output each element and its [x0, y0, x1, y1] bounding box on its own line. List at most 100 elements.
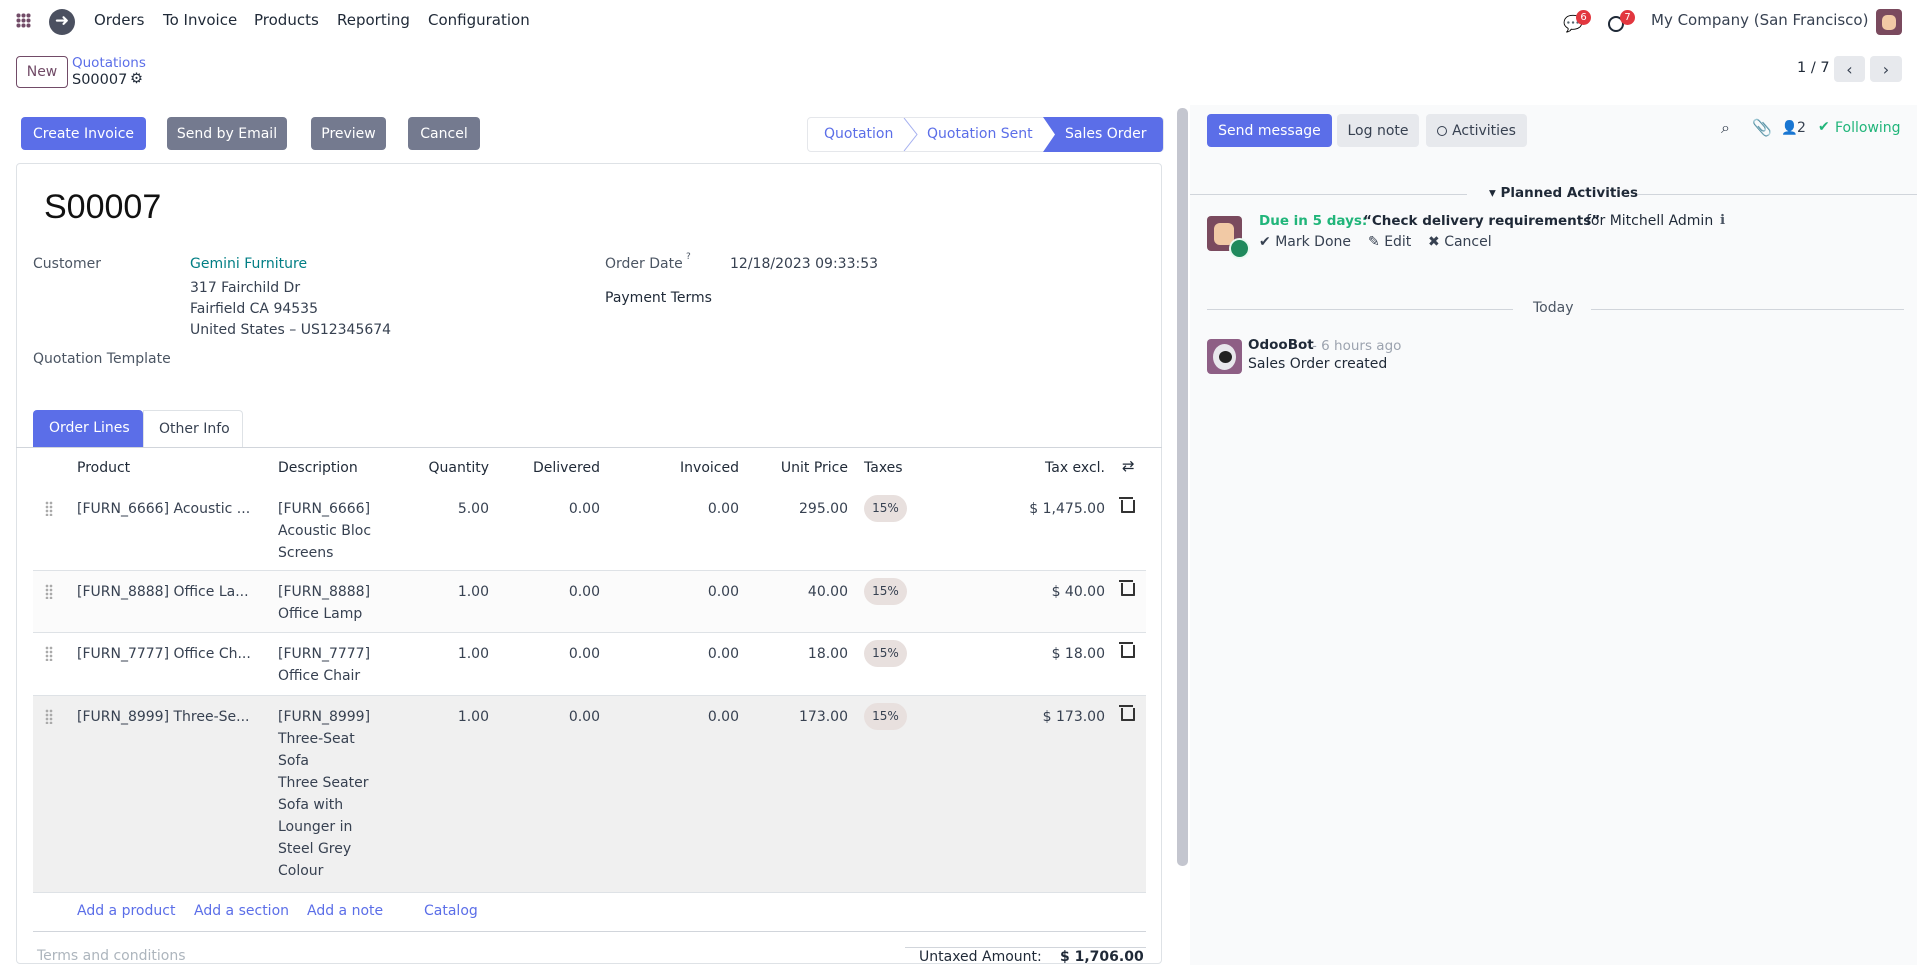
following-button[interactable]: Following: [1835, 120, 1901, 136]
menu-products[interactable]: Products: [254, 11, 319, 29]
info-icon[interactable]: ℹ: [1720, 212, 1725, 228]
table-row[interactable]: [FURN_8999] Three-Se... [FURN_8999] Three-…: [33, 696, 1146, 893]
tab-order-lines[interactable]: Order Lines: [33, 410, 143, 448]
activities-label: Activities: [1452, 122, 1516, 139]
send-by-email-button[interactable]: Send by Email: [167, 117, 287, 150]
sales-app-icon[interactable]: ➜: [49, 9, 75, 35]
unit-price-cell[interactable]: 173.00: [750, 706, 848, 728]
product-cell[interactable]: [FURN_6666] Acoustic ...: [77, 498, 260, 520]
activities-button[interactable]: Activities: [1426, 114, 1527, 147]
unit-price-cell[interactable]: 40.00: [750, 581, 848, 603]
pager-value[interactable]: 1 / 7: [1797, 60, 1830, 76]
menu-orders[interactable]: Orders: [94, 11, 144, 29]
delivered-cell[interactable]: 0.00: [514, 498, 600, 520]
drag-handle-icon[interactable]: [45, 646, 53, 661]
chevron-left-icon: ‹: [1846, 59, 1853, 79]
add-section-link[interactable]: Add a section: [194, 903, 289, 919]
quantity-cell[interactable]: 1.00: [403, 643, 489, 665]
breadcrumb-quotations[interactable]: Quotations: [72, 55, 146, 71]
quantity-cell[interactable]: 5.00: [403, 498, 489, 520]
column-tax-excl[interactable]: Tax excl.: [1007, 460, 1105, 476]
column-product[interactable]: Product: [77, 460, 130, 476]
search-icon[interactable]: ⌕: [1721, 118, 1730, 138]
table-row[interactable]: [FURN_6666] Acoustic ... [FURN_6666] Acous…: [33, 488, 1146, 571]
drag-handle-icon[interactable]: [45, 709, 53, 724]
tax-badge[interactable]: 15%: [864, 640, 907, 667]
delivered-cell[interactable]: 0.00: [514, 581, 600, 603]
tab-other-info[interactable]: Other Info: [143, 410, 243, 448]
followers-count[interactable]: 2: [1797, 120, 1806, 136]
mark-done-button[interactable]: ✔ Mark Done: [1259, 234, 1351, 250]
followers-icon[interactable]: 👤: [1781, 120, 1798, 136]
send-message-button[interactable]: Send message: [1207, 114, 1332, 147]
column-taxes[interactable]: Taxes: [864, 460, 903, 476]
preview-button[interactable]: Preview: [311, 117, 386, 150]
description-cell[interactable]: [FURN_8999] Three-Seat Sofa Three Seater Sof…: [278, 706, 388, 882]
quantity-cell[interactable]: 1.00: [403, 706, 489, 728]
menu-configuration[interactable]: Configuration: [428, 11, 530, 29]
delivered-cell[interactable]: 0.00: [514, 643, 600, 665]
quantity-cell[interactable]: 1.00: [403, 581, 489, 603]
unit-price-cell[interactable]: 295.00: [750, 498, 848, 520]
add-note-link[interactable]: Add a note: [307, 903, 383, 919]
table-row[interactable]: [FURN_7777] Office Ch... [FURN_7777] Offic…: [33, 633, 1146, 696]
order-date-value[interactable]: 12/18/2023 09:33:53: [730, 256, 878, 272]
pager-next-button[interactable]: ›: [1870, 56, 1902, 82]
activities-button[interactable]: 7: [1608, 10, 1635, 34]
add-product-link[interactable]: Add a product: [77, 903, 175, 919]
column-unit-price[interactable]: Unit Price: [750, 460, 848, 476]
log-note-button[interactable]: Log note: [1337, 114, 1419, 147]
drag-handle-icon[interactable]: [45, 584, 53, 599]
delivered-cell[interactable]: 0.00: [514, 706, 600, 728]
user-avatar[interactable]: [1876, 9, 1902, 35]
column-delivered[interactable]: Delivered: [514, 460, 600, 476]
date-separator-today: Today: [1533, 300, 1574, 316]
description-cell[interactable]: [FURN_8888] Office Lamp: [278, 581, 388, 625]
messages-button[interactable]: 💬 6: [1563, 10, 1591, 34]
pager-previous-button[interactable]: ‹: [1834, 56, 1865, 82]
cancel-activity-button[interactable]: ✖ Cancel: [1428, 234, 1492, 250]
terms-and-conditions-input[interactable]: Terms and conditions: [37, 949, 186, 963]
status-quotation[interactable]: Quotation: [824, 126, 893, 142]
column-quantity[interactable]: Quantity: [403, 460, 490, 476]
trash-icon[interactable]: [1119, 705, 1135, 721]
trash-icon[interactable]: [1119, 497, 1135, 513]
column-description[interactable]: Description: [278, 460, 358, 476]
status-sales-order[interactable]: Sales Order: [1043, 117, 1163, 152]
menu-to-invoice[interactable]: To Invoice: [163, 11, 237, 29]
gear-icon[interactable]: ⚙: [130, 71, 143, 87]
new-button[interactable]: New: [16, 56, 68, 88]
paperclip-icon[interactable]: 📎: [1752, 118, 1772, 137]
customer-link[interactable]: Gemini Furniture: [190, 256, 307, 272]
trash-icon[interactable]: [1119, 580, 1135, 596]
description-line: Colour: [278, 863, 324, 879]
tabs-divider: [16, 447, 1162, 448]
trash-icon[interactable]: [1119, 642, 1135, 658]
tax-badge[interactable]: 15%: [864, 495, 907, 522]
tax-badge[interactable]: 15%: [864, 703, 907, 730]
cancel-button[interactable]: Cancel: [408, 117, 480, 150]
form-scrollbar[interactable]: [1177, 108, 1188, 866]
drag-handle-icon[interactable]: [45, 501, 53, 516]
table-row[interactable]: [FURN_8888] Office La... [FURN_8888] Offic…: [33, 571, 1146, 633]
tax-badge[interactable]: 15%: [864, 578, 907, 605]
planned-activities-toggle[interactable]: ▾ Planned Activities: [1489, 185, 1638, 201]
product-cell[interactable]: [FURN_8999] Three-Se...: [77, 706, 260, 728]
apps-menu-icon[interactable]: [16, 13, 31, 28]
catalog-link[interactable]: Catalog: [424, 903, 478, 919]
description-cell[interactable]: [FURN_7777] Office Chair: [278, 643, 388, 687]
description-cell[interactable]: [FURN_6666] Acoustic Bloc Screens: [278, 498, 388, 564]
product-cell[interactable]: [FURN_8888] Office La...: [77, 581, 260, 603]
optional-columns-toggle-icon[interactable]: ⇄: [1122, 457, 1135, 475]
column-invoiced[interactable]: Invoiced: [653, 460, 739, 476]
create-invoice-button[interactable]: Create Invoice: [21, 117, 146, 150]
menu-reporting[interactable]: Reporting: [337, 11, 410, 29]
status-quotation-sent[interactable]: Quotation Sent: [927, 126, 1033, 142]
help-tooltip-icon[interactable]: ?: [686, 252, 691, 262]
edit-activity-button[interactable]: ✎ Edit: [1368, 234, 1411, 250]
company-switcher[interactable]: My Company (San Francisco): [1651, 11, 1868, 29]
unit-price-cell[interactable]: 18.00: [750, 643, 848, 665]
product-cell[interactable]: [FURN_7777] Office Ch...: [77, 643, 260, 665]
odoobot-avatar[interactable]: [1207, 339, 1242, 374]
message-author[interactable]: OdooBot: [1248, 337, 1314, 353]
